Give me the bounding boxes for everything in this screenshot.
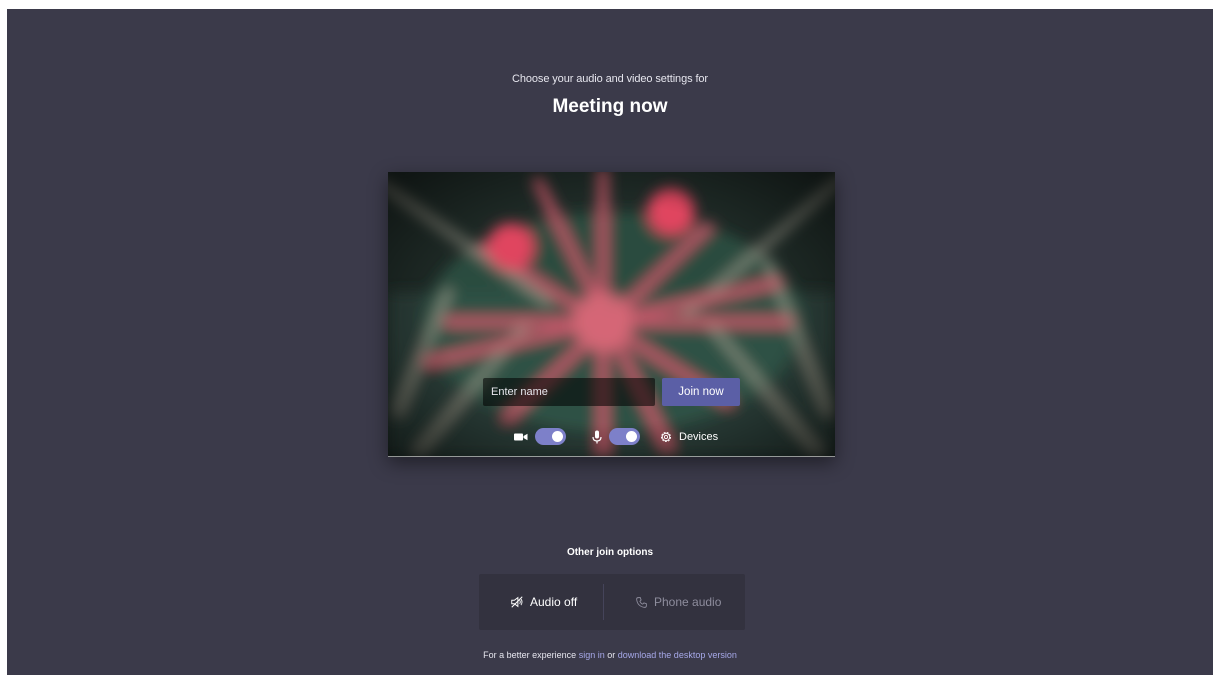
microphone-toggle[interactable]	[609, 428, 640, 445]
name-input[interactable]	[483, 378, 655, 406]
devices-label: Devices	[679, 431, 719, 443]
gear-icon	[660, 431, 672, 443]
camera-toggle[interactable]	[535, 428, 566, 445]
join-now-button[interactable]: Join now	[662, 378, 740, 406]
phone-icon	[636, 596, 647, 608]
speaker-off-icon	[511, 596, 523, 608]
other-join-options: Audio off Phone audio	[479, 574, 745, 630]
phone-audio-button[interactable]: Phone audio	[635, 574, 721, 630]
camera-feed-image	[388, 172, 835, 457]
footer-prefix: For a better experience	[483, 650, 577, 660]
microphone-icon	[592, 430, 602, 444]
download-desktop-link[interactable]: download the desktop version	[618, 650, 737, 660]
sign-in-link[interactable]: sign in	[579, 650, 605, 660]
video-preview: Join now	[388, 172, 835, 457]
microphone-toggle-knob	[626, 431, 637, 442]
preview-divider	[388, 456, 835, 457]
other-join-options-heading: Other join options	[566, 547, 654, 558]
phone-audio-label: Phone audio	[654, 595, 722, 609]
audio-off-button[interactable]: Audio off	[510, 574, 577, 630]
settings-subtitle: Choose your audio and video settings for	[512, 73, 708, 85]
audio-off-label: Audio off	[530, 595, 578, 609]
prejoin-screen: Choose your audio and video settings for…	[7, 9, 1213, 675]
footer-or: or	[607, 650, 616, 660]
camera-toggle-knob	[552, 431, 563, 442]
media-controls: Devices	[388, 428, 835, 446]
options-divider	[603, 584, 604, 620]
video-camera-icon	[514, 433, 528, 441]
footer-note: For a better experience sign in or downl…	[7, 650, 1213, 660]
devices-button[interactable]: Devices	[659, 428, 718, 446]
meeting-title: Meeting now	[552, 96, 668, 117]
